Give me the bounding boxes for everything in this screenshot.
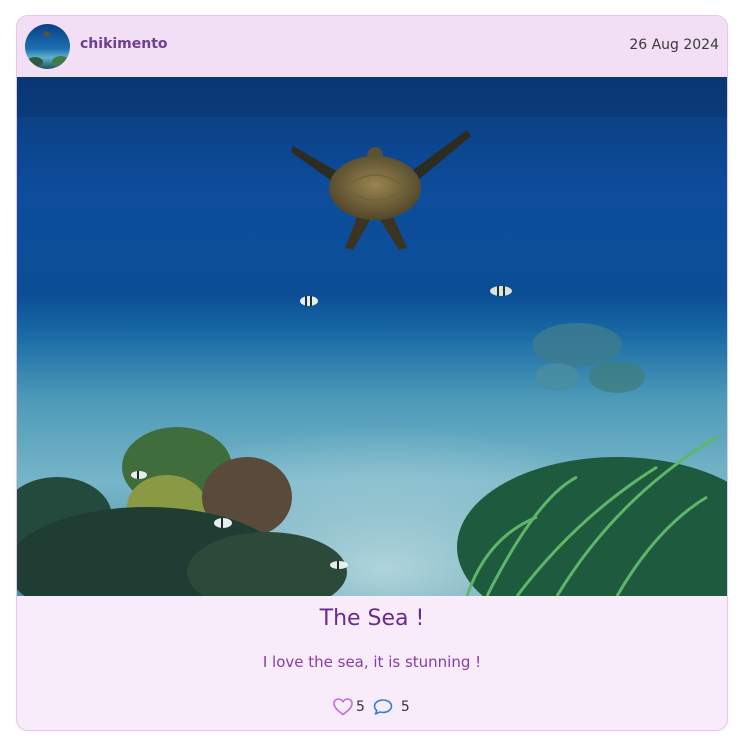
avatar[interactable] xyxy=(25,24,70,69)
post-card: chikimento 26 Aug 2024 The Sea ! I love … xyxy=(16,15,728,731)
post-image xyxy=(17,77,727,596)
username-link[interactable]: chikimento xyxy=(80,36,168,52)
like-button[interactable]: 5 xyxy=(333,698,365,716)
comment-button[interactable]: 5 xyxy=(373,698,410,716)
post-title: The Sea ! xyxy=(319,606,425,631)
like-count: 5 xyxy=(356,699,365,715)
post-actions: 5 5 xyxy=(333,697,410,717)
post-header: chikimento 26 Aug 2024 xyxy=(17,16,727,77)
speech-bubble-icon xyxy=(373,698,393,716)
post-date: 26 Aug 2024 xyxy=(629,37,719,53)
post-text: I love the sea, it is stunning ! xyxy=(262,653,482,671)
comment-count: 5 xyxy=(400,699,410,715)
heart-icon xyxy=(333,698,353,716)
